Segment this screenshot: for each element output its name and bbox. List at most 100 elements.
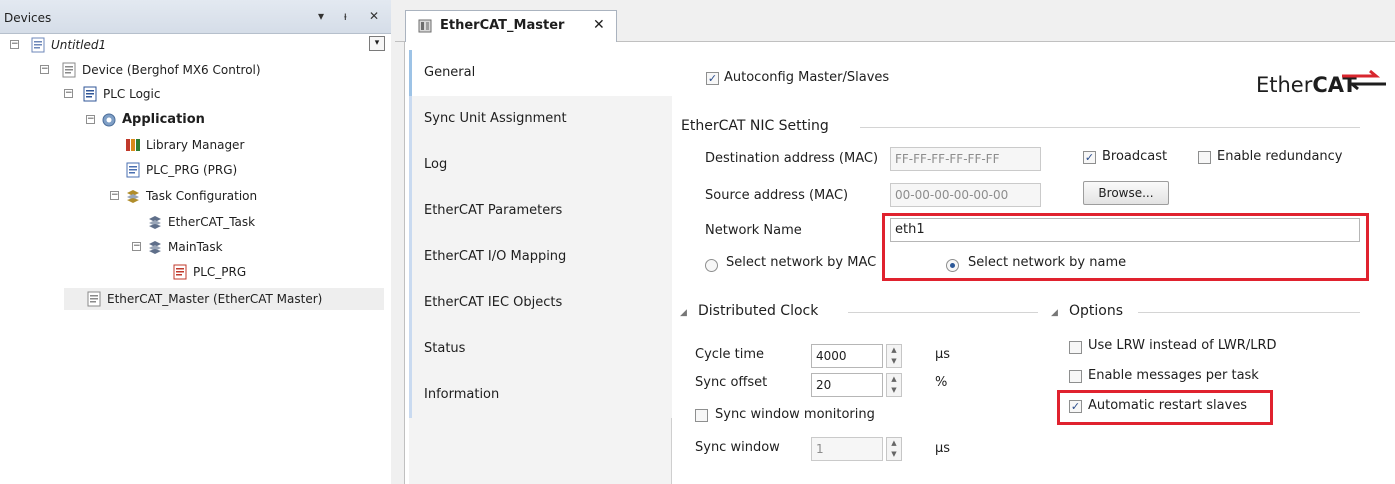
collapse-node-icon[interactable]: − [64,89,73,98]
sync-window-spinner[interactable]: ▲ ▼ [886,437,902,461]
tree-dropdown-button[interactable]: ▾ [369,36,385,51]
task-icon [147,239,163,255]
autoconfig-checkbox[interactable]: ✓ [706,72,719,85]
close-tab-icon[interactable]: ✕ [593,17,605,33]
device-icon [61,62,77,78]
select-by-mac-radio[interactable] [705,259,718,272]
use-lrw-label: Use LRW instead of LWR/LRD [1088,338,1277,353]
tree-item[interactable]: − Device (Berghof MX6 Control) [0,59,391,81]
tab-ethercat-master[interactable]: EtherCAT_Master ✕ [405,10,617,42]
devices-panel-title: Devices [4,11,52,25]
options-section-title: Options [1069,303,1124,319]
vertical-tab-general[interactable]: General [409,50,673,96]
collapse-node-icon[interactable]: − [10,40,19,49]
tree-item-label: Application [122,112,205,127]
tree-item[interactable]: Library Manager [0,134,391,156]
destination-address-field[interactable]: FF-FF-FF-FF-FF-FF [890,147,1041,171]
general-settings-pane: ✓ Autoconfig Master/Slaves EtherCAT Ethe… [673,50,1395,484]
library-books-icon [125,137,141,153]
device-icon [418,19,432,33]
vertical-tab-ethercat-iec-objects[interactable]: EtherCAT IEC Objects [409,280,672,326]
tree-item[interactable]: − MainTask [0,236,391,258]
cycle-time-input[interactable]: 4000 [811,344,883,368]
task-icon [147,214,163,230]
broadcast-checkbox[interactable]: ✓ [1083,151,1096,164]
vertical-tab-ethercat-i-o-mapping[interactable]: EtherCAT I/O Mapping [409,234,672,280]
tab-label: EtherCAT_Master [440,18,565,33]
spin-down-icon[interactable]: ▼ [887,385,901,396]
tree-item[interactable]: EtherCAT_Master (EtherCAT Master) [64,288,384,310]
source-address-field[interactable]: 00-00-00-00-00-00 [890,183,1041,207]
application-gear-icon [101,112,117,128]
vertical-tab-list: General Sync Unit Assignment Log EtherCAT P… [409,50,673,484]
sync-window-monitoring-checkbox[interactable] [695,409,708,422]
vertical-tab-ethercat-parameters[interactable]: EtherCAT Parameters [409,188,672,234]
vertical-tab-log[interactable]: Log [409,142,672,188]
sync-window-unit: µs [935,441,951,456]
task-config-icon [125,188,141,204]
tree-item-label: PLC_PRG [193,265,247,279]
sync-offset-unit: % [935,375,948,390]
collapse-dc-icon[interactable]: ◢ [680,308,687,318]
close-panel-icon[interactable]: ✕ [369,9,379,23]
sync-window-input[interactable]: 1 [811,437,883,461]
program-icon [125,162,141,178]
broadcast-label: Broadcast [1102,149,1168,164]
tree-item-label: PLC Logic [103,87,161,101]
tree-item[interactable]: PLC_PRG [0,261,391,283]
sync-offset-spinner[interactable]: ▲ ▼ [886,373,902,397]
sync-offset-input[interactable]: 20 [811,373,883,397]
destination-address-label: Destination address (MAC) [705,151,879,166]
collapse-options-icon[interactable]: ◢ [1051,308,1058,318]
plc-logic-icon [82,86,98,102]
vertical-tab-status[interactable]: Status [409,326,672,372]
nic-section-title: EtherCAT NIC Setting [681,118,829,134]
pin-icon[interactable]: ᵼ [344,9,347,23]
spin-up-icon[interactable]: ▲ [887,345,901,356]
spin-up-icon[interactable]: ▲ [887,438,901,449]
tree-item[interactable]: − Task Configuration [0,185,391,207]
vertical-tab-sync-unit-assignment[interactable]: Sync Unit Assignment [409,96,672,142]
panel-menu-chevron-icon[interactable]: ▾ [318,9,324,23]
tree-item[interactable]: − Application [0,109,391,131]
devices-panel: Devices ▾ ᵼ ✕ − Untitled1 − Device (Berghof… [0,0,391,484]
spin-down-icon[interactable]: ▼ [887,449,901,460]
check-icon: ✓ [1084,151,1095,164]
auto-restart-highlight [1057,390,1273,425]
distributed-clock-section-title: Distributed Clock [698,303,819,319]
cycle-time-label: Cycle time [695,347,765,362]
options-section-divider [1138,312,1360,313]
tree-item-label: Device (Berghof MX6 Control) [82,63,261,77]
project-icon [30,37,46,53]
tree-item-label: Library Manager [146,138,245,152]
ethercat-logo: EtherCAT [1256,69,1386,97]
collapse-node-icon[interactable]: − [132,242,141,251]
collapse-node-icon[interactable]: − [110,191,119,200]
collapse-node-icon[interactable]: − [86,115,95,124]
spin-up-icon[interactable]: ▲ [887,374,901,385]
tree-item[interactable]: EtherCAT_Task [0,211,391,233]
tree-item[interactable]: − Untitled1 [0,34,391,56]
vertical-tab-information[interactable]: Information [409,372,672,418]
tree-item-label: Untitled1 [51,38,107,52]
messages-per-task-label: Enable messages per task [1088,368,1259,383]
spin-down-icon[interactable]: ▼ [887,356,901,367]
enable-redundancy-label: Enable redundancy [1217,149,1343,164]
network-name-label: Network Name [705,223,802,238]
messages-per-task-checkbox[interactable] [1069,370,1082,383]
tree-item-label: Task Configuration [146,189,258,203]
tree-item[interactable]: PLC_PRG (PRG) [0,159,391,181]
collapse-node-icon[interactable]: − [40,65,49,74]
device-tree: − Untitled1− Device (Berghof MX6 Control) −… [0,34,391,484]
sync-window-label: Sync window [695,440,780,455]
tree-item-label: EtherCAT_Master (EtherCAT Master) [107,292,323,306]
logo-text-plain: Ether [1256,73,1313,97]
devices-panel-header: Devices ▾ ᵼ ✕ [0,0,391,34]
use-lrw-checkbox[interactable] [1069,341,1082,354]
tree-item[interactable]: − PLC Logic [0,83,391,105]
browse-button[interactable]: Browse... [1083,181,1169,205]
cycle-time-unit: µs [935,347,951,362]
enable-redundancy-checkbox[interactable] [1198,151,1211,164]
cycle-time-spinner[interactable]: ▲ ▼ [886,344,902,368]
source-address-label: Source address (MAC) [705,188,849,203]
